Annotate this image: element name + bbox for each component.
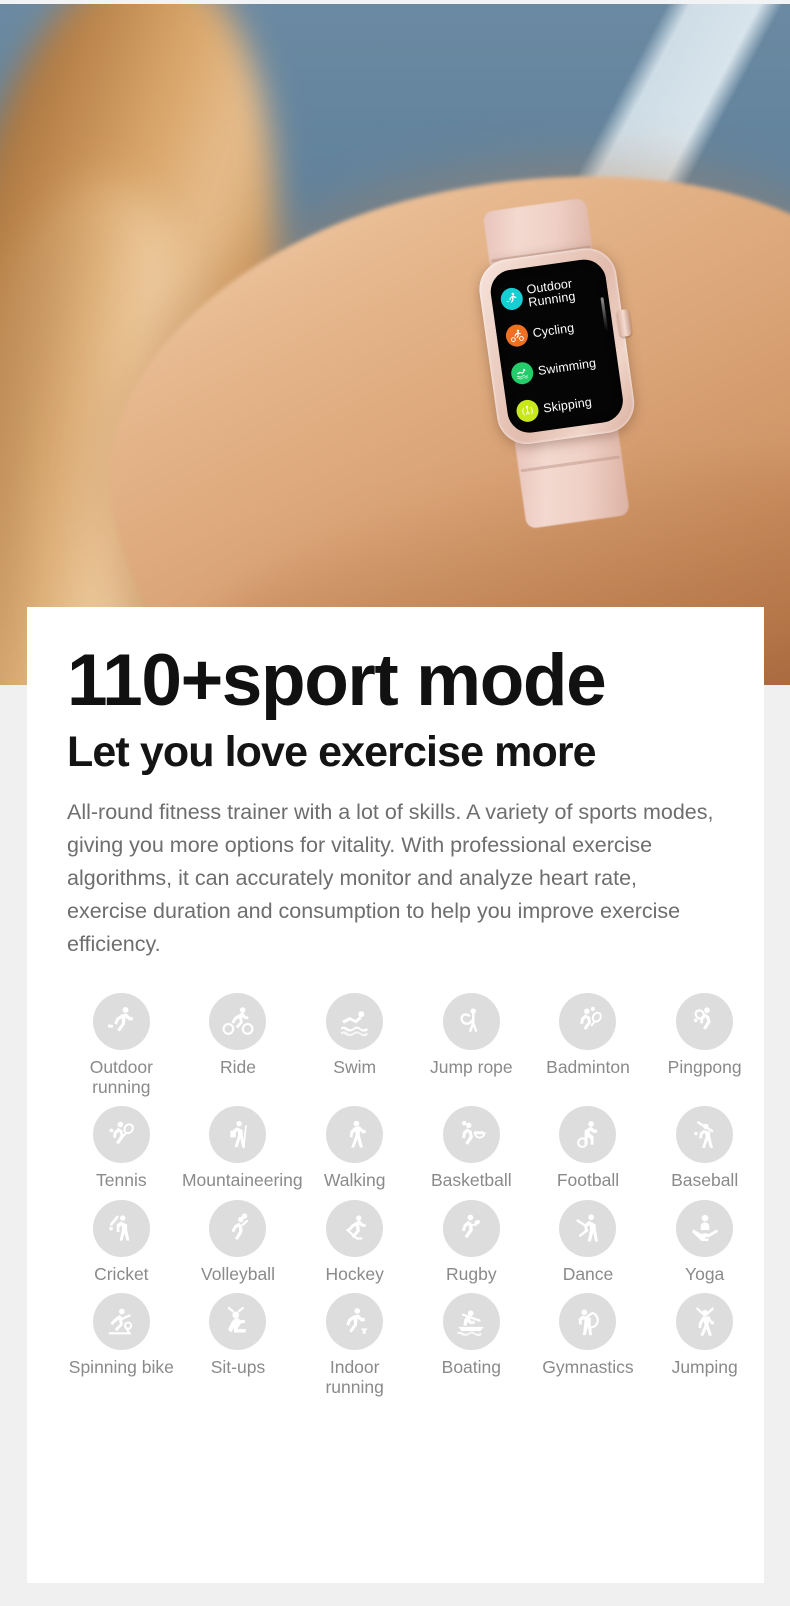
sport-mode-item[interactable]: Baseball — [646, 1106, 763, 1190]
sport-mode-item[interactable]: Outdoor running — [63, 992, 180, 1098]
dance-icon — [559, 1199, 617, 1257]
cycling-icon — [504, 323, 530, 349]
sport-mode-label: Gymnastics — [542, 1357, 634, 1378]
sport-mode-label: Pingpong — [667, 1056, 742, 1077]
jump-rope-icon — [442, 992, 500, 1050]
sport-mode-item[interactable]: Cricket — [63, 1199, 180, 1284]
swimming-icon — [509, 360, 535, 386]
sport-mode-label: Football — [556, 1170, 620, 1191]
sport-mode-item[interactable]: Jump rope — [413, 992, 530, 1098]
cycling-icon — [209, 992, 267, 1050]
sport-mode-item[interactable]: Football — [530, 1106, 647, 1190]
sport-mode-label: Ride — [219, 1056, 256, 1077]
sport-mode-item[interactable]: Hockey — [296, 1199, 413, 1284]
sport-modes-grid: Outdoor running Ride Swim Jump rope Badm… — [63, 992, 763, 1398]
sport-mode-item[interactable]: Gymnastics — [530, 1293, 647, 1398]
swimming-icon — [326, 992, 384, 1050]
basketball-icon — [442, 1106, 500, 1164]
sport-mode-item[interactable]: Badminton — [530, 992, 647, 1098]
rugby-icon — [442, 1199, 500, 1257]
volleyball-icon — [209, 1199, 267, 1257]
sport-mode-item[interactable]: Jumping — [646, 1293, 763, 1398]
sport-mode-label: Spinning bike — [68, 1357, 174, 1378]
yoga-icon — [676, 1199, 734, 1257]
watch-sport-label: Swimming — [537, 355, 597, 378]
skipping-icon — [515, 398, 540, 424]
sport-mode-label: Dance — [562, 1263, 614, 1284]
sport-mode-item[interactable]: Volleyball — [180, 1199, 297, 1284]
watch-sport-label: Cycling — [531, 320, 575, 340]
page-title: 110+sport mode — [67, 640, 607, 721]
hockey-icon — [326, 1199, 384, 1257]
mountaineering-icon — [209, 1106, 267, 1164]
watch-sport-item-2[interactable]: Swimming — [509, 352, 598, 386]
sport-mode-label: Basketball — [430, 1170, 512, 1191]
sport-mode-label: Volleyball — [201, 1263, 275, 1284]
hero-photo: Outdoor Running Cycling Swimming Skippin… — [0, 0, 790, 685]
sport-mode-label: Swim — [333, 1056, 377, 1077]
sport-mode-label: Rugby — [446, 1263, 497, 1284]
sport-mode-item[interactable]: Walking — [296, 1106, 413, 1190]
baseball-icon — [676, 1106, 734, 1164]
cricket-icon — [92, 1199, 150, 1257]
description-paragraph: All-round fitness trainer with a lot of … — [67, 800, 714, 956]
sport-mode-item[interactable]: Basketball — [413, 1106, 530, 1190]
top-divider — [0, 0, 790, 4]
sport-mode-item[interactable]: Pingpong — [646, 992, 763, 1098]
sport-mode-item[interactable]: Tennis — [63, 1106, 180, 1190]
watch-sport-label: Skipping — [542, 394, 593, 416]
sport-mode-item[interactable]: Ride — [180, 992, 297, 1098]
sport-mode-item[interactable]: Rugby — [413, 1199, 530, 1284]
sport-mode-label: Sit-ups — [210, 1357, 266, 1378]
sport-mode-label: Hockey — [325, 1263, 384, 1284]
sport-mode-label: Baseball — [671, 1170, 739, 1191]
watch-sport-label: Outdoor Running — [525, 276, 577, 310]
sport-mode-label: Boating — [441, 1357, 501, 1378]
sport-mode-label: Jumping — [671, 1357, 738, 1378]
badminton-icon — [559, 992, 617, 1050]
running-icon — [92, 992, 150, 1050]
indoor-running-icon — [326, 1293, 384, 1351]
page-subtitle: Let you love exercise more — [67, 727, 597, 776]
football-icon — [559, 1106, 617, 1164]
jumping-icon — [676, 1293, 734, 1351]
sport-mode-label: Tennis — [96, 1170, 147, 1191]
sport-mode-item[interactable]: Boating — [413, 1293, 530, 1398]
gymnastics-icon — [559, 1293, 617, 1351]
sport-mode-item[interactable]: Spinning bike — [63, 1293, 180, 1398]
watch-sport-item-1[interactable]: Cycling — [504, 317, 576, 349]
sport-mode-label: Cricket — [94, 1263, 149, 1284]
running-icon — [499, 286, 525, 312]
sport-mode-label: Indoor running — [325, 1357, 384, 1398]
sport-mode-item[interactable]: Yoga — [646, 1199, 763, 1284]
sit-ups-icon — [209, 1293, 267, 1351]
walking-icon — [326, 1106, 384, 1164]
sport-mode-item[interactable]: Sit-ups — [180, 1293, 297, 1398]
sport-mode-label: Outdoor running — [89, 1056, 153, 1098]
sport-mode-item[interactable]: Dance — [530, 1199, 647, 1284]
screen-sheen — [600, 297, 609, 332]
sport-mode-label: Mountaineering — [181, 1170, 303, 1191]
sport-mode-item[interactable]: Indoor running — [296, 1293, 413, 1398]
sport-mode-item[interactable]: Mountaineering — [180, 1106, 303, 1191]
watch-screen[interactable]: Outdoor Running Cycling Swimming Skippin… — [487, 256, 626, 436]
spinning-bike-icon — [92, 1293, 150, 1351]
sport-mode-item[interactable]: Swim — [296, 992, 413, 1098]
sport-mode-label: Yoga — [685, 1263, 725, 1284]
watch-sport-item-3[interactable]: Skipping — [515, 391, 593, 424]
pingpong-icon — [676, 992, 734, 1050]
sport-mode-label: Badminton — [546, 1056, 630, 1077]
tennis-icon — [92, 1106, 150, 1164]
watch-crown[interactable] — [616, 308, 633, 338]
sport-mode-label: Jump rope — [429, 1056, 513, 1077]
content-card: 110+sport mode Let you love exercise mor… — [27, 607, 764, 1583]
sport-mode-label: Walking — [323, 1170, 386, 1191]
watch-sport-item-0[interactable]: Outdoor Running — [499, 273, 609, 313]
boating-icon — [442, 1293, 500, 1351]
smartwatch: Outdoor Running Cycling Swimming Skippin… — [457, 197, 674, 530]
